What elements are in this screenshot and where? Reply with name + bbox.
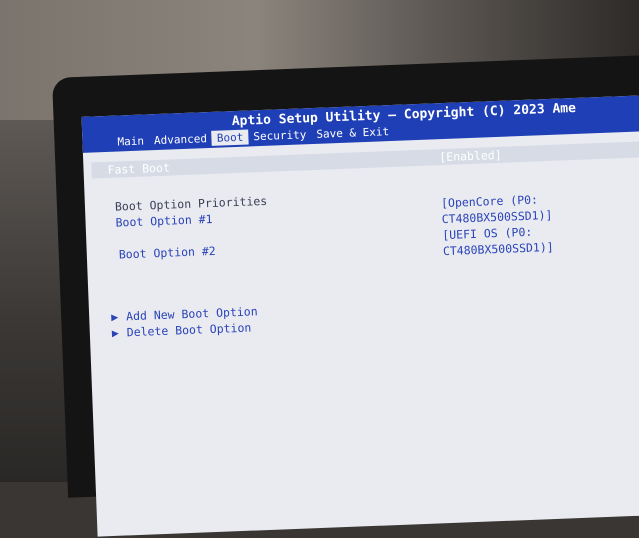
boot-page-content: Fast Boot [Enabled] Boot Option Prioriti… (83, 130, 639, 537)
tab-save-exit[interactable]: Save & Exit (311, 124, 394, 142)
tab-security[interactable]: Security (248, 127, 312, 144)
bios-screen: Aptio Setup Utility – Copyright (C) 2023… (81, 93, 639, 537)
submenu-arrow-icon: ▶ (111, 325, 120, 340)
boot-option-2-value-line2: CT480BX500SSD1)] (442, 239, 554, 259)
tab-advanced[interactable]: Advanced (149, 131, 213, 148)
delete-boot-option[interactable]: ▶ Delete Boot Option (112, 321, 252, 340)
boot-priorities-heading: Boot Option Priorities (114, 193, 268, 214)
submenu-arrow-icon: ▶ (110, 309, 119, 324)
tab-main[interactable]: Main (112, 133, 149, 149)
delete-boot-option-label: Delete Boot Option (126, 320, 252, 340)
fast-boot-value[interactable]: [Enabled] (439, 148, 502, 164)
boot-option-2-value[interactable]: [UEFI OS (P0: CT480BX500SSD1)] (442, 223, 554, 259)
boot-option-2-label[interactable]: Boot Option #2 (119, 244, 216, 262)
tab-boot[interactable]: Boot (211, 129, 249, 146)
boot-option-1-label[interactable]: Boot Option #1 (115, 212, 212, 230)
fast-boot-label: Fast Boot (107, 160, 171, 177)
monitor-bezel: Aptio Setup Utility – Copyright (C) 2023… (52, 54, 639, 537)
boot-option-1-value[interactable]: [OpenCore (P0: CT480BX500SSD1)] (441, 191, 553, 227)
header-title: Aptio Setup Utility – Copyright (C) 2023… (231, 100, 577, 130)
